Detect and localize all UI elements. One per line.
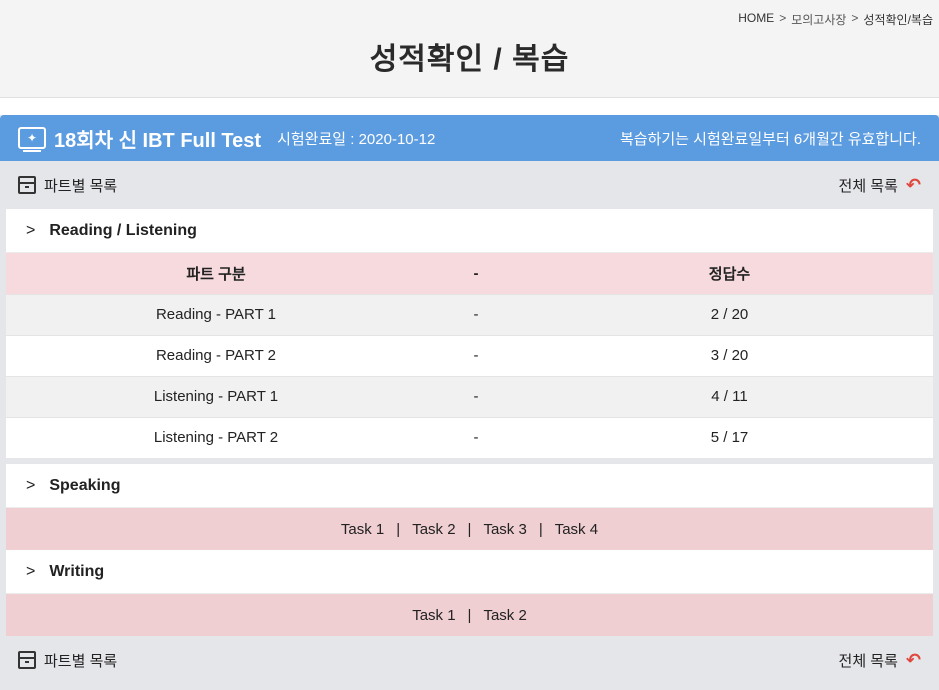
part-cell: Listening - PART 2 (6, 416, 426, 458)
list-bar-bottom: 파트별 목록 전체 목록 ↶ (0, 636, 939, 684)
dash-cell: - (426, 293, 526, 335)
breadcrumb-home[interactable]: HOME (738, 11, 774, 28)
return-arrow-icon: ↶ (905, 649, 921, 670)
table-row[interactable]: Reading - PART 1 - 2 / 20 (6, 293, 933, 335)
dash-cell: - (426, 334, 526, 376)
speaking-task-3[interactable]: Task 3 (483, 521, 526, 538)
header-correct: 정답수 (708, 265, 751, 283)
test-title: 18회차 신 IBT Full Test (54, 129, 262, 152)
archive-icon (18, 651, 36, 669)
speaking-task-links: Task 1 | Task 2 | Task 3 | Task 4 (6, 508, 933, 550)
breadcrumb: HOME > 모의고사장 > 성적확인/복습 (738, 11, 933, 28)
test-header-bar: ✦ 18회차 신 IBT Full Test 시험완료일 : 2020-10-1… (0, 115, 939, 161)
parts-list-label[interactable]: 파트별 목록 (44, 175, 117, 196)
reading-listening-section: > Reading / Listening 파트 구분 - 정답수 Readin… (6, 209, 933, 458)
table-row[interactable]: Listening - PART 2 - 5 / 17 (6, 416, 933, 458)
return-arrow-icon: ↶ (905, 174, 921, 195)
dash-cell: - (426, 375, 526, 417)
section-title: Writing (49, 562, 105, 580)
part-cell: Listening - PART 1 (6, 375, 426, 417)
score-cell: 2 / 20 (526, 293, 933, 335)
speaking-task-1[interactable]: Task 1 (341, 521, 384, 538)
breadcrumb-current: 성적확인/복습 (863, 13, 933, 27)
score-cell: 4 / 11 (526, 375, 933, 417)
section-title: Speaking (49, 476, 121, 494)
header-dash: - (473, 264, 479, 282)
chevron-right-icon: > (26, 476, 36, 494)
all-list-button[interactable]: 전체 목록 ↶ (839, 650, 921, 671)
writing-section: > Writing Task 1 | Task 2 (6, 550, 933, 636)
speaking-section: > Speaking Task 1 | Task 2 | Task 3 | Ta… (6, 464, 933, 550)
all-list-label: 전체 목록 (838, 177, 898, 195)
all-list-label: 전체 목록 (838, 652, 898, 670)
table-header-row: 파트 구분 - 정답수 (6, 253, 933, 294)
dash-cell: - (426, 416, 526, 458)
test-date: 시험완료일 : 2020-10-12 (277, 130, 436, 148)
section-toggle-speaking[interactable]: > Speaking (6, 464, 933, 508)
score-cell: 5 / 17 (526, 416, 933, 458)
section-title: Reading / Listening (49, 221, 197, 239)
chevron-right-icon: > (26, 562, 36, 580)
part-cell: Reading - PART 2 (6, 334, 426, 376)
page-title: 성적확인 / 복습 (369, 43, 570, 76)
result-container: ✦ 18회차 신 IBT Full Test 시험완료일 : 2020-10-1… (0, 115, 939, 690)
section-toggle-writing[interactable]: > Writing (6, 550, 933, 594)
speaking-task-4[interactable]: Task 4 (555, 521, 598, 538)
part-cell: Reading - PART 1 (6, 293, 426, 335)
review-note: 복습하기는 시험완료일부터 6개월간 유효합니다. (619, 130, 921, 148)
header-part: 파트 구분 (186, 265, 246, 283)
breadcrumb-exam-hall[interactable]: 모의고사장 (791, 11, 846, 28)
all-list-button[interactable]: 전체 목록 ↶ (839, 175, 921, 196)
section-toggle-reading-listening[interactable]: > Reading / Listening (6, 209, 933, 253)
page-header: HOME > 모의고사장 > 성적확인/복습 성적확인 / 복습 (0, 0, 939, 98)
writing-task-links: Task 1 | Task 2 (6, 594, 933, 636)
archive-icon (18, 176, 36, 194)
score-cell: 3 / 20 (526, 334, 933, 376)
test-screen-icon: ✦ (18, 127, 46, 152)
writing-task-1[interactable]: Task 1 (412, 607, 455, 624)
list-bar-top: 파트별 목록 전체 목록 ↶ (0, 161, 939, 209)
chevron-right-icon: > (26, 221, 36, 239)
score-table: 파트 구분 - 정답수 Reading - PART 1 - 2 / 20 Re… (6, 253, 933, 458)
speaking-task-2[interactable]: Task 2 (412, 521, 455, 538)
table-row[interactable]: Reading - PART 2 - 3 / 20 (6, 334, 933, 376)
parts-list-label[interactable]: 파트별 목록 (44, 650, 117, 671)
table-row[interactable]: Listening - PART 1 - 4 / 11 (6, 375, 933, 417)
writing-task-2[interactable]: Task 2 (483, 607, 526, 624)
